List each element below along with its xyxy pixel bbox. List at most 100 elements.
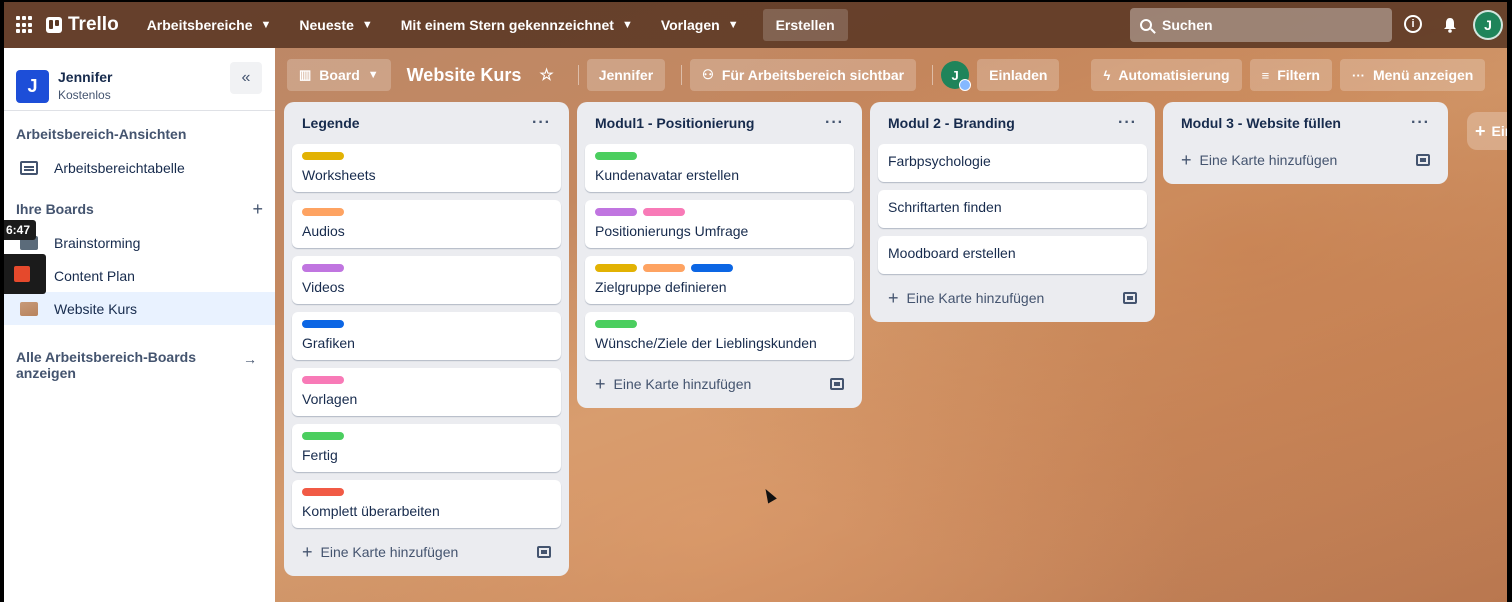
trello-logo[interactable]: Trello	[46, 14, 119, 36]
card-label-purple[interactable]	[595, 208, 637, 216]
card-label-purple[interactable]	[302, 264, 344, 272]
sidebar-item-workspace-table[interactable]: Arbeitsbereichtabelle	[4, 151, 275, 184]
card-label-blue[interactable]	[691, 264, 733, 272]
nav-recent[interactable]: Neueste ▼	[285, 9, 386, 41]
card[interactable]: Grafiken	[292, 312, 561, 360]
card-label-yellow[interactable]	[595, 264, 637, 272]
workspace-badge[interactable]: J	[16, 69, 49, 103]
mouse-cursor	[761, 486, 777, 504]
add-list-label: Ein	[1491, 123, 1507, 139]
card[interactable]: Komplett überarbeiten	[292, 480, 561, 528]
card-title: Fertig	[302, 447, 338, 463]
list-legende: Legende ··· Worksheets Audios Videos Grafik…	[284, 102, 569, 576]
nav-starred[interactable]: Mit einem Stern gekennzeichnet ▼	[387, 9, 647, 41]
list-title[interactable]: Modul1 - Positionierung	[595, 115, 754, 131]
views-heading: Arbeitsbereich-Ansichten	[16, 126, 187, 142]
create-button[interactable]: Erstellen	[762, 9, 848, 41]
search-input[interactable]: Suchen	[1130, 8, 1392, 42]
card[interactable]: Zielgruppe definieren	[585, 256, 854, 304]
card-template-icon[interactable]	[1416, 154, 1430, 166]
card[interactable]: Positionierungs Umfrage	[585, 200, 854, 248]
card-label-orange[interactable]	[643, 264, 685, 272]
card-label-green[interactable]	[595, 320, 637, 328]
card-label-red[interactable]	[302, 488, 344, 496]
card[interactable]: Schriftarten finden	[878, 190, 1147, 228]
card-title: Vorlagen	[302, 391, 358, 407]
list-menu-icon[interactable]: ···	[532, 114, 551, 132]
add-list-button[interactable]: + Ein	[1467, 112, 1507, 150]
card[interactable]: Farbpsychologie	[878, 144, 1147, 182]
card-labels	[595, 208, 844, 216]
automation-button[interactable]: ϟ Automatisierung	[1091, 59, 1242, 91]
add-board-plus-icon[interactable]: +	[252, 199, 263, 220]
show-menu-button[interactable]: ··· Menü anzeigen	[1339, 59, 1486, 91]
card[interactable]: Fertig	[292, 424, 561, 472]
add-card-button[interactable]: + Eine Karte hinzufügen	[1171, 144, 1440, 176]
plus-icon: +	[1181, 149, 1192, 170]
user-avatar[interactable]: J	[1473, 10, 1503, 40]
chevron-down-icon: ▼	[621, 19, 633, 31]
card[interactable]: Vorlagen	[292, 368, 561, 416]
card-labels	[302, 208, 551, 216]
nav-workspaces-label: Arbeitsbereiche	[146, 17, 253, 33]
card-labels	[595, 320, 844, 328]
info-icon[interactable]: i	[1404, 15, 1422, 33]
header-divider	[681, 65, 683, 85]
all-boards-link[interactable]: Alle Arbeitsbereich-Boards anzeigen →	[4, 339, 275, 391]
star-board-button[interactable]: ☆	[531, 59, 561, 91]
board-title[interactable]: Website Kurs	[407, 65, 522, 86]
card-labels	[595, 152, 844, 160]
filter-label: Filtern	[1277, 67, 1320, 83]
card-template-icon[interactable]	[537, 546, 551, 558]
card-title: Moodboard erstellen	[888, 245, 1016, 261]
list-menu-icon[interactable]: ···	[1411, 114, 1430, 132]
member-avatar[interactable]: J	[941, 61, 972, 91]
card[interactable]: Kundenavatar erstellen	[585, 144, 854, 192]
card-template-icon[interactable]	[830, 378, 844, 390]
list-menu-icon[interactable]: ···	[825, 114, 844, 132]
list-menu-icon[interactable]: ···	[1118, 114, 1137, 132]
collapse-sidebar-button[interactable]: «	[230, 62, 262, 94]
add-card-button[interactable]: + Eine Karte hinzufügen	[585, 368, 854, 400]
invite-button[interactable]: Einladen	[977, 59, 1060, 91]
card-label-green[interactable]	[302, 432, 344, 440]
card-label-yellow[interactable]	[302, 152, 344, 160]
nav-templates[interactable]: Vorlagen ▼	[647, 9, 753, 41]
nav-workspaces[interactable]: Arbeitsbereiche ▼	[133, 9, 286, 41]
list-title[interactable]: Modul 3 - Website füllen	[1181, 115, 1341, 131]
card-label-orange[interactable]	[302, 208, 344, 216]
card-title: Komplett überarbeiten	[302, 503, 440, 519]
video-timestamp: 6:47	[4, 220, 37, 240]
card-template-icon[interactable]	[1123, 292, 1137, 304]
plus-icon: +	[1475, 120, 1486, 141]
card-label-pink[interactable]	[302, 376, 344, 384]
view-switcher-button[interactable]: ▥ Board ▼	[287, 59, 391, 91]
card[interactable]: Videos	[292, 256, 561, 304]
visibility-button[interactable]: ⚇ Für Arbeitsbereich sichtbar	[690, 59, 917, 91]
add-card-button[interactable]: + Eine Karte hinzufügen	[878, 282, 1147, 314]
card[interactable]: Moodboard erstellen	[878, 236, 1147, 274]
list-title[interactable]: Modul 2 - Branding	[888, 115, 1015, 131]
card[interactable]: Worksheets	[292, 144, 561, 192]
workspace-button[interactable]: Jennifer	[586, 59, 666, 91]
card-label-green[interactable]	[595, 152, 637, 160]
card[interactable]: Wünsche/Ziele der Lieblingskunden	[585, 312, 854, 360]
notifications-bell-icon[interactable]	[1440, 15, 1460, 35]
filter-button[interactable]: ≡ Filtern	[1249, 59, 1332, 91]
lightning-icon: ϟ	[1103, 67, 1111, 83]
list-title[interactable]: Legende	[302, 115, 360, 131]
app-switcher-icon[interactable]	[16, 16, 34, 34]
list-modul3-website-fuellen: Modul 3 - Website füllen ··· + Eine Karte…	[1163, 102, 1448, 184]
header-divider	[577, 65, 579, 85]
card-label-pink[interactable]	[643, 208, 685, 216]
card-title: Zielgruppe definieren	[595, 279, 727, 295]
add-card-button[interactable]: + Eine Karte hinzufügen	[292, 536, 561, 568]
card-label-blue[interactable]	[302, 320, 344, 328]
sidebar-item-website-kurs[interactable]: Website Kurs	[4, 292, 275, 325]
app-frame: Trello Arbeitsbereiche ▼ Neueste ▼ Mit e…	[4, 2, 1507, 602]
header-divider	[932, 65, 934, 85]
arrow-right-icon: →	[243, 351, 257, 367]
plus-icon: +	[888, 287, 899, 308]
add-card-label: Eine Karte hinzufügen	[906, 290, 1045, 306]
card[interactable]: Audios	[292, 200, 561, 248]
